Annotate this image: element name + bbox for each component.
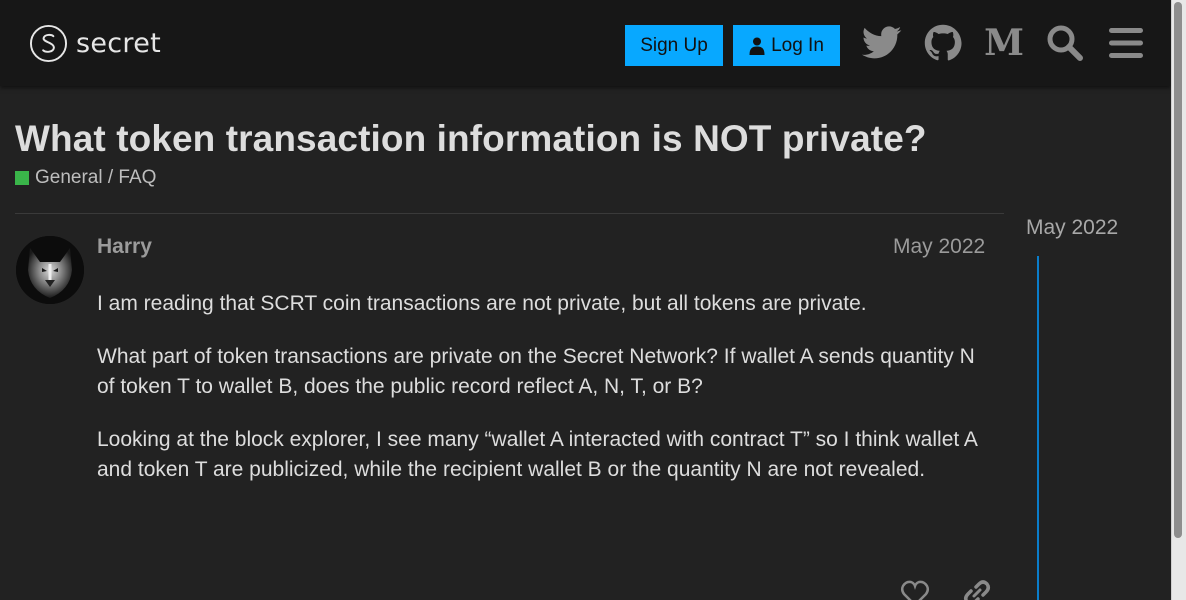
avatar[interactable]: [16, 236, 84, 304]
post-paragraph: What part of token transactions are priv…: [97, 344, 975, 399]
logo-text: secret: [76, 28, 162, 59]
link-icon[interactable]: [962, 578, 992, 600]
like-icon[interactable]: [900, 578, 930, 600]
secret-logo-icon: [29, 24, 68, 63]
log-in-label: Log In: [771, 35, 824, 56]
category-badge[interactable]: General / FAQ: [15, 167, 156, 189]
post-body: I am reading that SCRT coin transactions…: [97, 289, 997, 508]
topic-title[interactable]: What token transaction information is NO…: [15, 118, 927, 160]
topic-divider: [15, 213, 1004, 214]
wolf-avatar-icon: [16, 236, 84, 304]
twitter-icon[interactable]: [861, 22, 903, 64]
post-paragraph: I am reading that SCRT coin transactions…: [97, 292, 867, 315]
site-header: secret Sign Up Log In M: [0, 0, 1171, 86]
user-icon: [749, 37, 765, 55]
site-logo[interactable]: secret: [29, 24, 161, 63]
timeline-scrubber-line[interactable]: [1037, 256, 1039, 600]
hamburger-menu-icon[interactable]: [1105, 22, 1147, 64]
github-icon[interactable]: [922, 22, 964, 64]
scrollbar-thumb[interactable]: [1174, 2, 1182, 538]
sign-up-button[interactable]: Sign Up: [625, 25, 723, 66]
search-icon[interactable]: [1044, 22, 1086, 64]
post-date[interactable]: May 2022: [893, 235, 985, 259]
svg-text:M: M: [984, 26, 1024, 60]
post-author[interactable]: Harry: [97, 235, 152, 259]
category-label: General / FAQ: [35, 167, 157, 188]
timeline-date[interactable]: May 2022: [1026, 216, 1118, 240]
category-color-swatch: [15, 171, 29, 185]
post-paragraph: Looking at the block explorer, I see man…: [97, 427, 977, 482]
log-in-button[interactable]: Log In: [733, 25, 840, 66]
medium-icon[interactable]: M: [983, 22, 1025, 64]
